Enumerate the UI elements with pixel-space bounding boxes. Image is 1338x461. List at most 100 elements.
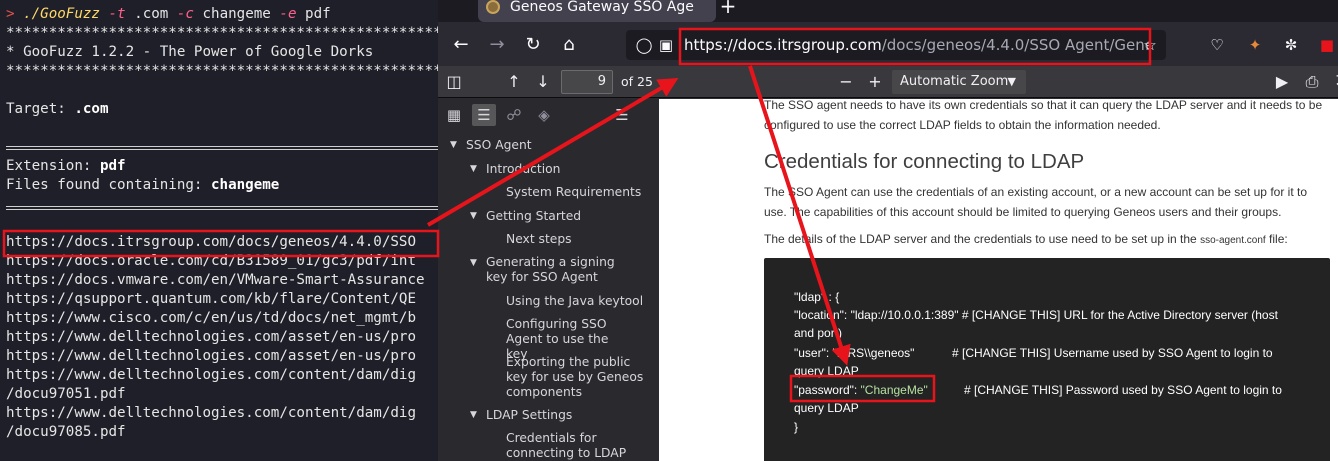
zoom-in-icon[interactable]: + xyxy=(863,71,887,93)
save-icon[interactable]: ↧ xyxy=(1328,71,1338,93)
code-line: query LDAP xyxy=(794,364,859,378)
para2-suffix: file: xyxy=(1269,232,1288,246)
target-value: .com xyxy=(74,101,109,117)
config-filename: sso-agent.conf xyxy=(1200,235,1266,246)
page-number-input[interactable]: 9 xyxy=(561,70,613,94)
intro-line-2: configured to use the correct LDAP field… xyxy=(764,118,1161,132)
code-line: "password": "ChangeMe" xyxy=(794,381,928,399)
outline-item[interactable]: Exporting the public key for use by Gene… xyxy=(506,355,646,400)
bookmark-star-icon[interactable]: ☆ xyxy=(1140,34,1160,56)
url-path: /docs/geneos/4.4.0/SSO Agent/Geneos xyxy=(881,36,1150,54)
previous-page-icon[interactable]: ↑ xyxy=(502,71,526,93)
result-line[interactable]: https://www.delltechnologies.com/asset/e… xyxy=(6,347,416,366)
terminal-window[interactable]: > ./GooFuzz -t .com -c changeme -e pdf *… xyxy=(0,0,438,461)
outline-item[interactable]: SSO Agent xyxy=(466,138,532,153)
thumbnails-icon[interactable]: ▦ xyxy=(442,104,466,126)
zoom-select[interactable]: Automatic Zoom ▼ xyxy=(892,70,1026,94)
cookie-icon[interactable]: ✼ xyxy=(1280,34,1302,56)
site-favicon-icon xyxy=(486,0,500,14)
nav-bar: ← → ↻ ⌂ ◯ ▣ https://docs.itrsgroup.com/d… xyxy=(438,22,1338,66)
banner-stars-bottom: ****************************************… xyxy=(6,63,438,79)
result-line[interactable]: /docu97051.pdf xyxy=(6,385,126,404)
divider xyxy=(6,206,438,210)
shield-icon[interactable]: ◯ xyxy=(634,34,654,56)
present-icon[interactable]: ▶ xyxy=(1270,71,1294,93)
arg-t: .com xyxy=(134,6,169,22)
collapse-triangle-icon[interactable]: ▼ xyxy=(470,410,477,420)
outline-item[interactable]: Credentials for connecting to LDAP xyxy=(506,431,631,461)
code-line: "location": "ldap://10.0.0.1:389" # [CHA… xyxy=(794,306,1278,324)
ublock-icon[interactable]: ■ xyxy=(1316,34,1338,56)
attachments-icon[interactable]: ☍ xyxy=(502,104,526,126)
outline-item[interactable]: Next steps xyxy=(506,232,572,247)
extension-label: Extension: xyxy=(6,158,92,174)
result-line[interactable]: https://docs.vmware.com/en/VMware-Smart-… xyxy=(6,271,425,290)
collapse-triangle-icon[interactable]: ▼ xyxy=(470,164,477,174)
outline-item[interactable]: System Requirements xyxy=(506,185,641,200)
divider xyxy=(6,146,438,150)
code-comment: # [CHANGE THIS] URL for the Active Direc… xyxy=(958,308,1278,322)
code-comment: # [CHANGE THIS] Password used by SSO Age… xyxy=(964,383,1282,397)
target-line: Target: .com xyxy=(6,100,109,119)
back-arrow-icon[interactable]: ← xyxy=(448,32,474,58)
outline-item[interactable]: Using the Java keytool xyxy=(506,294,643,309)
result-line[interactable]: https://docs.oracle.com/cd/B31589_01/gc3… xyxy=(6,252,416,271)
new-tab-button[interactable]: + xyxy=(716,0,740,18)
collapse-triangle-icon[interactable]: ▼ xyxy=(470,258,477,268)
code-line: and port) xyxy=(794,326,843,340)
print-icon[interactable]: ⎙ xyxy=(1300,71,1324,93)
outline-item[interactable]: Getting Started xyxy=(486,209,581,224)
home-icon[interactable]: ⌂ xyxy=(556,32,582,58)
reload-icon[interactable]: ↻ xyxy=(520,32,546,58)
pdf-toolbar: ◫ ↑ ↓ 9 of 25 − + Automatic Zoom▼ ▶ ⎙ ↧ xyxy=(438,66,1338,98)
layers-icon[interactable]: ◈ xyxy=(532,104,556,126)
files-value: changeme xyxy=(211,177,280,193)
zoom-out-icon[interactable]: − xyxy=(834,71,858,93)
browser-window: Geneos Gateway SSO Age + ← → ↻ ⌂ ◯ ▣ htt… xyxy=(438,0,1338,461)
outline-item[interactable]: Introduction xyxy=(486,162,560,177)
banner-stars-top: ****************************************… xyxy=(6,25,438,41)
tab-geneos[interactable]: Geneos Gateway SSO Age xyxy=(478,0,716,22)
url-host: https://docs.itrsgroup.com xyxy=(684,36,882,54)
next-page-icon[interactable]: ↓ xyxy=(531,71,555,93)
para1-line-1: The SSO Agent can use the credentials of… xyxy=(764,185,1307,199)
result-line[interactable]: https://docs.itrsgroup.com/docs/geneos/4… xyxy=(6,233,416,252)
collapse-triangle-icon[interactable]: ▼ xyxy=(450,140,457,150)
code-block: "ldap" : { "location": "ldap://10.0.0.1:… xyxy=(764,258,1330,461)
result-line[interactable]: https://qsupport.quantum.com/kb/flare/Co… xyxy=(6,290,416,309)
command-line: > ./GooFuzz -t .com -c changeme -e pdf xyxy=(6,5,331,24)
collapse-triangle-icon[interactable]: ▼ xyxy=(470,211,477,221)
sidebar-toggle-icon[interactable]: ◫ xyxy=(442,71,466,93)
code-line: query LDAP xyxy=(794,401,859,415)
extension-value: pdf xyxy=(99,158,126,174)
forward-arrow-icon[interactable]: → xyxy=(484,32,510,58)
result-line[interactable]: https://www.delltechnologies.com/content… xyxy=(6,366,416,385)
code-key: "location": xyxy=(794,308,851,322)
result-line[interactable]: https://www.cisco.com/c/en/us/td/docs/ne… xyxy=(6,309,416,328)
tab-bar: Geneos Gateway SSO Age + xyxy=(438,0,1338,22)
chevron-down-icon: ▼ xyxy=(1007,75,1016,88)
para2-prefix: The details of the LDAP server and the c… xyxy=(764,232,1197,246)
url-text[interactable]: https://docs.itrsgroup.com/docs/geneos/4… xyxy=(684,36,1150,54)
para2: The details of the LDAP server and the c… xyxy=(764,229,1288,251)
code-value: "ldap://10.0.0.1:389" xyxy=(850,308,959,322)
files-label: Files found containing: xyxy=(6,177,203,193)
outline-icon[interactable]: ☰ xyxy=(472,104,496,126)
page-count: of 25 xyxy=(621,74,653,89)
extension-icon[interactable]: ✦ xyxy=(1244,34,1266,56)
intro-line-1: The SSO agent needs to have its own cred… xyxy=(764,99,1323,112)
outline-item[interactable]: LDAP Settings xyxy=(486,408,572,423)
result-line[interactable]: https://www.delltechnologies.com/asset/e… xyxy=(6,328,416,347)
outline-item[interactable]: Generating a signing key for SSO Agent xyxy=(486,255,636,285)
lock-icon[interactable]: ▣ xyxy=(656,34,676,56)
code-key: "password": xyxy=(794,383,861,397)
find-outline-icon[interactable]: ☰ xyxy=(610,104,634,126)
result-line[interactable]: https://www.delltechnologies.com/content… xyxy=(6,404,416,423)
code-line: } xyxy=(794,420,799,434)
url-bar[interactable]: ◯ ▣ https://docs.itrsgroup.com/docs/gene… xyxy=(626,30,1166,60)
arg-e: pdf xyxy=(305,6,331,22)
pocket-icon[interactable]: ♡ xyxy=(1206,34,1228,56)
banner-title: * GooFuzz 1.2.2 - The Power of Google Do… xyxy=(6,44,374,60)
result-line[interactable]: /docu97085.pdf xyxy=(6,423,126,442)
code-line: "user": "ITRS\\geneos" xyxy=(794,344,914,362)
